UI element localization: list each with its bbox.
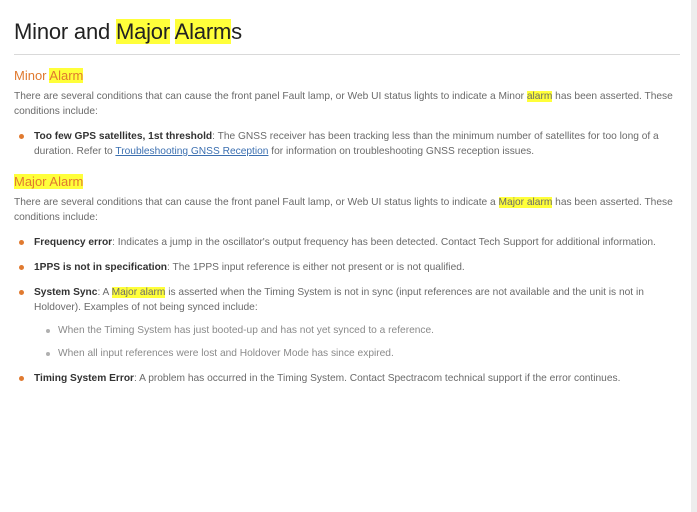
troubleshooting-gnss-link[interactable]: Troubleshooting GNSS Reception xyxy=(115,146,268,157)
section-heading-major-alarm: Major Alarm xyxy=(14,173,682,190)
title-space xyxy=(170,19,175,44)
list-item-term: Too few GPS satellites, 1st threshold xyxy=(34,131,213,142)
list-item-text: : The 1PPS input reference is either not… xyxy=(167,262,465,273)
minor-alarm-list: Too few GPS satellites, 1st threshold: T… xyxy=(14,129,682,159)
search-highlight: Major alarm xyxy=(111,287,166,298)
page-title: Minor and Major Alarms xyxy=(14,18,682,46)
list-item: Too few GPS satellites, 1st threshold: T… xyxy=(14,129,682,159)
list-item-term: System Sync xyxy=(34,287,98,298)
list-item: Frequency error: Indicates a jump in the… xyxy=(14,235,682,250)
article-content: Minor and Major Alarms Minor Alarm There… xyxy=(14,18,682,396)
paragraph-text: There are several conditions that can ca… xyxy=(14,91,527,102)
sync-examples-list: When the Timing System has just booted-u… xyxy=(34,323,682,361)
search-highlight: Alarm xyxy=(49,68,84,83)
scrollbar-track[interactable] xyxy=(691,0,697,512)
search-highlight: Alarm xyxy=(174,19,232,44)
list-item-term: Timing System Error xyxy=(34,373,135,384)
search-highlight: alarm xyxy=(526,91,553,102)
major-alarm-intro: There are several conditions that can ca… xyxy=(14,195,682,225)
list-item-term: 1PPS is not in specification xyxy=(34,262,168,273)
search-highlight: Major alarm xyxy=(498,197,553,208)
sub-list-item: When the Timing System has just booted-u… xyxy=(34,323,682,338)
search-highlight: Major xyxy=(115,19,170,44)
title-text: Minor and xyxy=(14,19,116,44)
minor-alarm-intro: There are several conditions that can ca… xyxy=(14,89,682,119)
list-item: 1PPS is not in specification: The 1PPS i… xyxy=(14,260,682,275)
title-text: s xyxy=(231,19,242,44)
list-item: Timing System Error: A problem has occur… xyxy=(14,371,682,386)
list-item-term: Frequency error xyxy=(34,237,113,248)
list-item-text: : A xyxy=(97,287,112,298)
major-alarm-list: Frequency error: Indicates a jump in the… xyxy=(14,235,682,386)
title-divider xyxy=(14,54,680,55)
heading-text: Minor xyxy=(14,68,50,83)
list-item-text: : Indicates a jump in the oscillator's o… xyxy=(112,237,656,248)
paragraph-text: There are several conditions that can ca… xyxy=(14,197,499,208)
list-item-text: : A problem has occurred in the Timing S… xyxy=(134,373,621,384)
section-heading-minor-alarm: Minor Alarm xyxy=(14,67,682,84)
list-item-text: for information on troubleshooting GNSS … xyxy=(268,146,535,157)
search-highlight: Major Alarm xyxy=(14,174,84,189)
document-page: Minor and Major Alarms Minor Alarm There… xyxy=(0,0,697,512)
sub-list-item: When all input references were lost and … xyxy=(34,346,682,361)
list-item: System Sync: A Major alarm is asserted w… xyxy=(14,285,682,361)
